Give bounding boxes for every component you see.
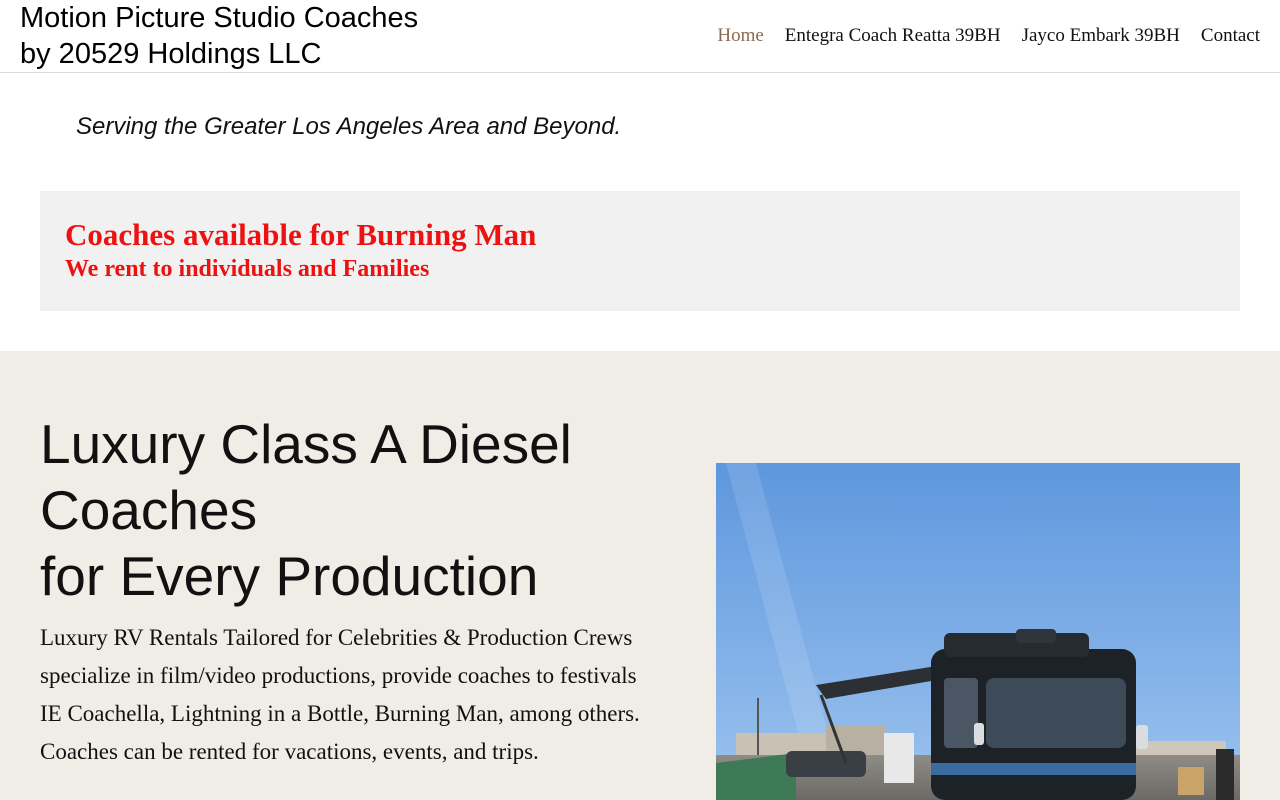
- hero-heading-line: Luxury Class A Diesel: [40, 413, 572, 475]
- hero-description-line: Coaches can be rented for vacations, eve…: [40, 739, 539, 764]
- hero-heading: Luxury Class A Diesel Coaches for Every …: [40, 411, 680, 609]
- tagline: Serving the Greater Los Angeles Area and…: [76, 113, 622, 140]
- hero-section: Luxury Class A Diesel Coaches for Every …: [0, 351, 1280, 800]
- site-title-line-2[interactable]: by 20529 Holdings LLC: [20, 36, 418, 72]
- hero-description-line: specialize in film/video productions, pr…: [40, 663, 637, 688]
- hero-heading-line: Coaches: [40, 479, 258, 541]
- hero-heading-line: for Every Production: [40, 545, 539, 607]
- hero-description-line: IE Coachella, Lightning in a Bottle, Bur…: [40, 701, 640, 726]
- notice-title: Coaches available for Burning Man: [65, 217, 537, 252]
- nav-item-contact[interactable]: Contact: [1201, 23, 1260, 49]
- site-title-line-1[interactable]: Motion Picture Studio Coaches: [20, 0, 418, 36]
- hero-description-line: Luxury RV Rentals Tailored for Celebriti…: [40, 625, 633, 650]
- main-nav: Home Entegra Coach Reatta 39BH Jayco Emb…: [696, 23, 1260, 49]
- site-header: Motion Picture Studio Coaches by 20529 H…: [0, 0, 1280, 73]
- coach-photo: [716, 463, 1240, 800]
- notice-box: Coaches available for Burning Man We ren…: [40, 191, 1240, 311]
- hero-description: Luxury RV Rentals Tailored for Celebriti…: [40, 619, 700, 771]
- nav-item-home[interactable]: Home: [717, 23, 763, 49]
- notice-subtitle: We rent to individuals and Families: [65, 256, 430, 282]
- site-title[interactable]: Motion Picture Studio Coaches by 20529 H…: [20, 0, 418, 72]
- nav-item-entegra-coach-reatta[interactable]: Entegra Coach Reatta 39BH: [785, 23, 1001, 49]
- nav-item-jayco-embark[interactable]: Jayco Embark 39BH: [1022, 23, 1180, 49]
